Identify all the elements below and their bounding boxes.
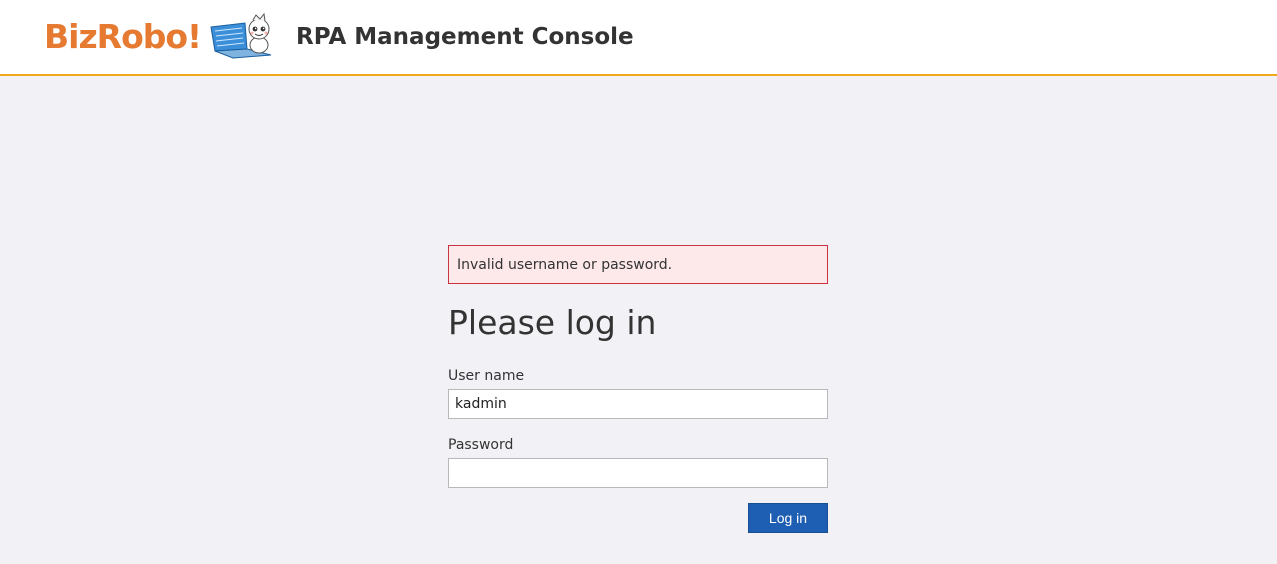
form-actions: Log in [448, 503, 828, 533]
app-title: RPA Management Console [296, 24, 634, 50]
logo-text: BizRobo! [44, 16, 202, 56]
password-input[interactable] [448, 458, 828, 488]
login-button[interactable]: Log in [748, 503, 828, 533]
robot-mascot-icon [210, 13, 272, 59]
app-header: BizRobo! RPA Management Console [0, 0, 1277, 76]
login-form: Invalid username or password. Please log… [448, 245, 828, 533]
error-alert: Invalid username or password. [448, 245, 828, 284]
bizrobo-logo[interactable]: BizRobo! [44, 13, 275, 59]
login-heading: Please log in [448, 303, 657, 342]
password-label: Password [448, 437, 514, 453]
username-label: User name [448, 368, 525, 384]
username-input[interactable] [448, 389, 828, 419]
